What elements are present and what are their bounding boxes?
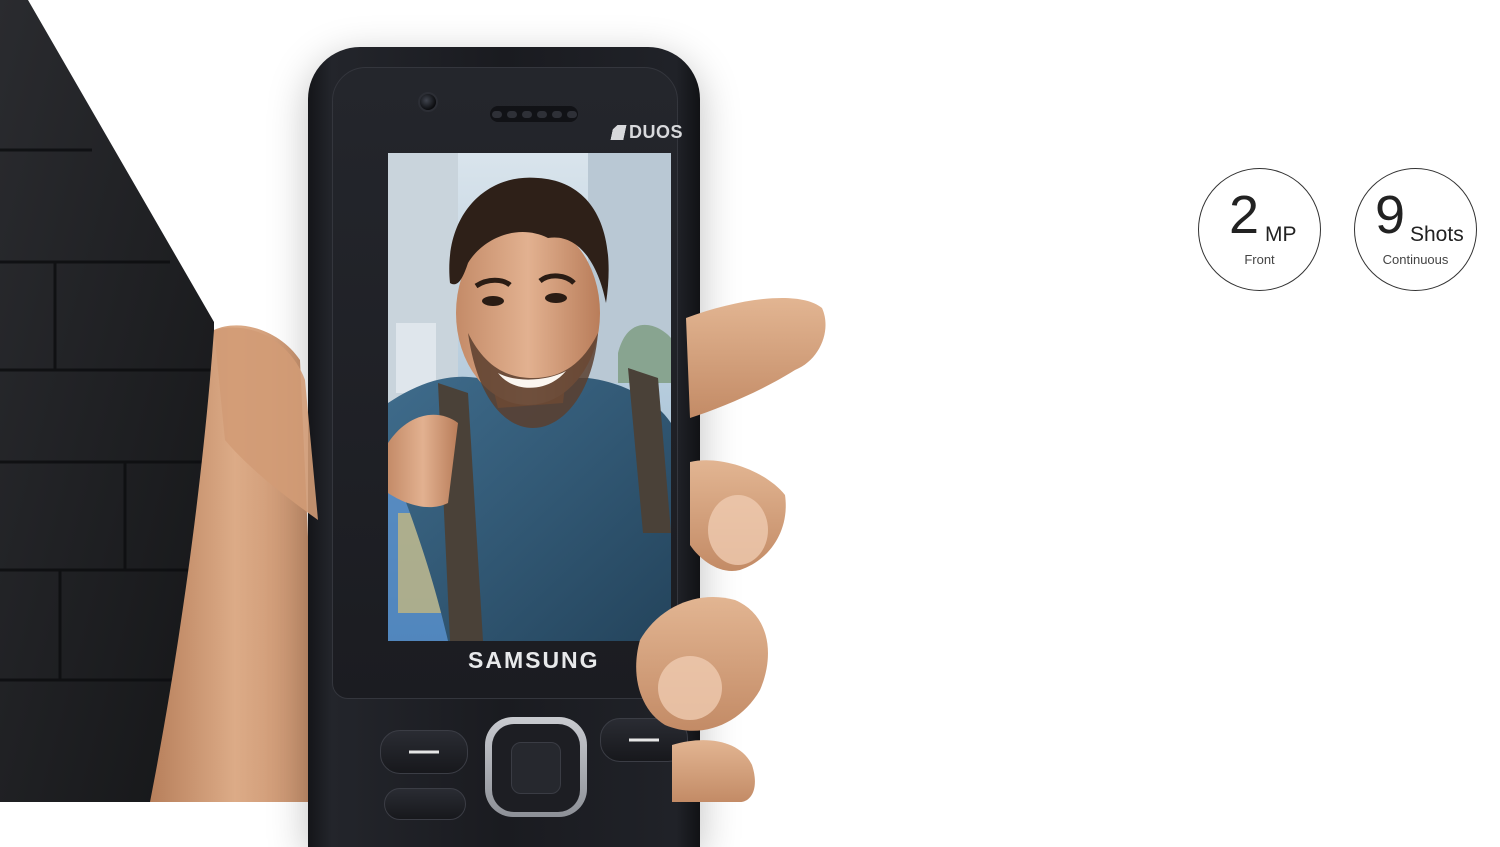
badge-caption: Front	[1244, 252, 1275, 267]
badge-unit: MP	[1265, 223, 1297, 246]
front-camera-lens	[418, 92, 438, 112]
call-key[interactable]	[384, 788, 466, 820]
duos-text: DUOS	[629, 122, 684, 142]
navigation-dpad[interactable]	[485, 717, 587, 817]
badge-unit: Shots	[1410, 223, 1464, 246]
right-soft-key[interactable]	[600, 718, 688, 762]
sim-card-icon	[610, 125, 626, 140]
slate-wall-background	[0, 0, 214, 802]
brand-logo-text: SAMSUNG	[468, 647, 600, 673]
selfie-photo	[388, 153, 671, 641]
badge-value: 2	[1229, 185, 1260, 245]
duos-label: DUOS	[612, 122, 683, 143]
left-soft-key[interactable]	[380, 730, 468, 774]
badge-caption: Continuous	[1382, 252, 1449, 267]
badge-value: 9	[1375, 185, 1406, 245]
continuous-shots-badge: 9 Shots Continuous	[1354, 168, 1477, 291]
front-camera-megapixel-badge: 2 MP Front	[1198, 168, 1321, 291]
dpad-center-key[interactable]	[511, 742, 561, 794]
phone-screen	[388, 153, 671, 641]
earpiece-speaker	[490, 106, 578, 122]
